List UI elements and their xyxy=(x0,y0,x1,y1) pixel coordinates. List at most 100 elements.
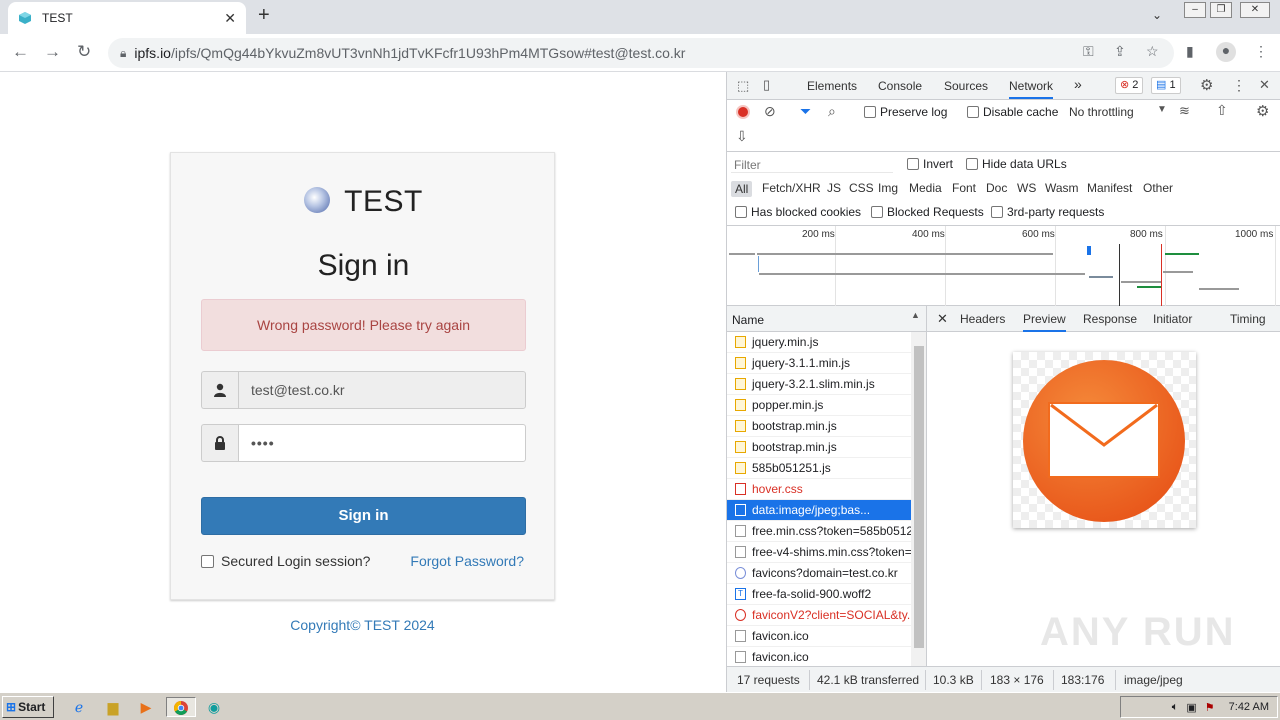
blocked-cookies-checkbox[interactable]: Has blocked cookies xyxy=(735,205,861,219)
throttling-chevron-icon[interactable]: ▼ xyxy=(1157,104,1167,115)
clear-icon[interactable]: ⊘ xyxy=(764,103,776,120)
filter-icon[interactable]: ⏷ xyxy=(800,103,811,120)
inspect-element-icon[interactable]: ⬚ xyxy=(737,78,749,94)
request-row[interactable]: bootstrap.min.js xyxy=(727,416,911,437)
tab-console[interactable]: Console xyxy=(878,79,922,93)
forward-icon[interactable]: → xyxy=(44,42,61,62)
address-bar[interactable]: 🔒︎ ipfs.io/ipfs/QmQg44bYkvuZm8vUT3vnNh1j… xyxy=(108,38,1174,68)
blocked-requests-checkbox[interactable]: Blocked Requests xyxy=(871,205,984,219)
tab-timing[interactable]: Timing xyxy=(1230,312,1266,326)
type-filter-manifest[interactable]: Manifest xyxy=(1087,181,1132,195)
request-row[interactable]: 585b051251.js xyxy=(727,458,911,479)
hide-data-urls-checkbox[interactable]: Hide data URLs xyxy=(966,157,1067,171)
type-filter-css[interactable]: CSS xyxy=(849,181,874,195)
record-icon[interactable] xyxy=(736,105,750,119)
network-settings-gear-icon[interactable]: ⚙ xyxy=(1256,102,1269,120)
tab-elements[interactable]: Elements xyxy=(807,79,857,93)
name-column-header[interactable]: Name xyxy=(732,313,764,327)
reload-icon[interactable]: ↻ xyxy=(77,42,91,62)
request-row[interactable]: favicon.ico xyxy=(727,647,911,666)
menu-dots-icon[interactable]: ⋮ xyxy=(1254,43,1268,60)
bookmark-star-icon[interactable]: ☆ xyxy=(1146,43,1159,60)
type-filter-font[interactable]: Font xyxy=(952,181,976,195)
type-filter-fetch[interactable]: Fetch/XHR xyxy=(762,181,821,195)
sort-ascending-icon[interactable]: ▲ xyxy=(911,310,920,320)
type-filter-img[interactable]: Img xyxy=(878,181,898,195)
close-devtools-icon[interactable]: ✕ xyxy=(1259,77,1270,93)
security-alert-icon[interactable]: ⚑ xyxy=(1205,701,1215,714)
sign-in-button[interactable]: Sign in xyxy=(201,497,526,535)
preserve-log-checkbox[interactable]: Preserve log xyxy=(864,105,947,119)
throttling-select[interactable]: No throttling xyxy=(1069,105,1134,119)
minimize-icon[interactable]: – xyxy=(1184,2,1206,18)
devtools-menu-icon[interactable]: ⋮ xyxy=(1232,77,1246,94)
request-row[interactable]: popper.min.js xyxy=(727,395,911,416)
new-tab-button[interactable]: + xyxy=(258,4,270,27)
request-row[interactable]: bootstrap.min.js xyxy=(727,437,911,458)
request-row[interactable]: free-v4-shims.min.css?token= xyxy=(727,542,911,563)
file-explorer-icon[interactable]: ▆ xyxy=(102,697,124,717)
search-icon[interactable]: ⌕ xyxy=(828,103,836,120)
tab-preview[interactable]: Preview xyxy=(1023,312,1066,332)
export-har-icon[interactable]: ⇩ xyxy=(736,128,748,145)
network-tray-icon[interactable]: ▣ xyxy=(1186,701,1196,714)
request-row[interactable]: free.min.css?token=585b0512 xyxy=(727,521,911,542)
type-filter-all[interactable]: All xyxy=(731,181,753,197)
request-row[interactable]: Tfree-fa-solid-900.woff2 xyxy=(727,584,911,605)
requests-column-header[interactable]: Name ▲ xyxy=(727,306,927,332)
media-player-icon[interactable]: ▶ xyxy=(135,697,157,717)
request-row[interactable]: hover.css xyxy=(727,479,911,500)
tab-sources[interactable]: Sources xyxy=(944,79,988,93)
tab-close-icon[interactable]: ✕ xyxy=(224,10,236,27)
copyright-link[interactable]: Copyright© TEST 2024 xyxy=(170,617,555,633)
invert-checkbox[interactable]: Invert xyxy=(907,157,953,171)
close-detail-icon[interactable]: ✕ xyxy=(937,311,948,327)
network-conditions-icon[interactable]: ≋ xyxy=(1179,103,1190,119)
disable-cache-checkbox[interactable]: Disable cache xyxy=(967,105,1058,119)
tab-search-chevron-icon[interactable]: ⌄ xyxy=(1152,8,1162,22)
error-count-badge[interactable]: ⊗ 2 xyxy=(1115,77,1144,94)
request-list-scrollbar[interactable] xyxy=(911,332,927,666)
request-row[interactable]: jquery.min.js xyxy=(727,332,911,353)
more-tabs-icon[interactable]: » xyxy=(1074,76,1082,92)
filter-input[interactable]: Filter xyxy=(731,155,893,173)
internet-explorer-icon[interactable]: ℯ xyxy=(68,697,90,717)
forgot-password-link[interactable]: Forgot Password? xyxy=(410,553,524,569)
tab-response[interactable]: Response xyxy=(1083,312,1137,326)
browser-tab[interactable]: TEST ✕ xyxy=(8,2,246,34)
request-row[interactable]: favicons?domain=test.co.kr xyxy=(727,563,911,584)
start-button[interactable]: ⊞ Start xyxy=(2,696,54,718)
type-filter-doc[interactable]: Doc xyxy=(986,181,1007,195)
edge-icon[interactable]: ◉ xyxy=(203,697,225,717)
type-filter-other[interactable]: Other xyxy=(1143,181,1173,195)
volume-icon[interactable]: 🔈︎ xyxy=(1172,701,1179,714)
type-filter-media[interactable]: Media xyxy=(909,181,942,195)
tab-initiator[interactable]: Initiator xyxy=(1153,312,1192,326)
side-panel-icon[interactable]: ▮ xyxy=(1186,43,1194,60)
restore-icon[interactable]: ❐ xyxy=(1210,2,1232,18)
secured-login-checkbox[interactable]: Secured Login session? xyxy=(201,553,370,569)
request-row[interactable]: jquery-3.1.1.min.js xyxy=(727,353,911,374)
password-field[interactable] xyxy=(238,424,526,462)
type-filter-ws[interactable]: WS xyxy=(1017,181,1036,195)
device-toolbar-icon[interactable]: ▯ xyxy=(763,77,770,93)
request-row[interactable]: faviconV2?client=SOCIAL&ty.. xyxy=(727,605,911,626)
email-field[interactable] xyxy=(238,371,526,409)
profile-avatar-icon[interactable]: ● xyxy=(1216,42,1236,62)
request-row[interactable]: data:image/jpeg;bas... xyxy=(727,500,911,521)
chrome-taskbar-icon[interactable] xyxy=(166,697,196,717)
key-icon[interactable]: ⚿ xyxy=(1083,43,1094,60)
third-party-checkbox[interactable]: 3rd-party requests xyxy=(991,205,1104,219)
close-window-icon[interactable]: ✕ xyxy=(1240,2,1270,18)
scroll-thumb[interactable] xyxy=(914,346,924,648)
settings-gear-icon[interactable]: ⚙ xyxy=(1200,76,1213,94)
network-overview-timeline[interactable]: 200 ms 400 ms 600 ms 800 ms 1000 ms xyxy=(727,226,1280,306)
request-row[interactable]: favicon.ico xyxy=(727,626,911,647)
share-icon[interactable]: ⇪ xyxy=(1114,43,1126,60)
import-har-icon[interactable]: ⇧ xyxy=(1216,102,1228,119)
message-count-badge[interactable]: ▤ 1 xyxy=(1151,77,1181,94)
type-filter-wasm[interactable]: Wasm xyxy=(1045,181,1079,195)
tab-headers[interactable]: Headers xyxy=(960,312,1005,326)
tab-network[interactable]: Network xyxy=(1009,79,1054,99)
checkbox-box[interactable] xyxy=(201,554,214,568)
